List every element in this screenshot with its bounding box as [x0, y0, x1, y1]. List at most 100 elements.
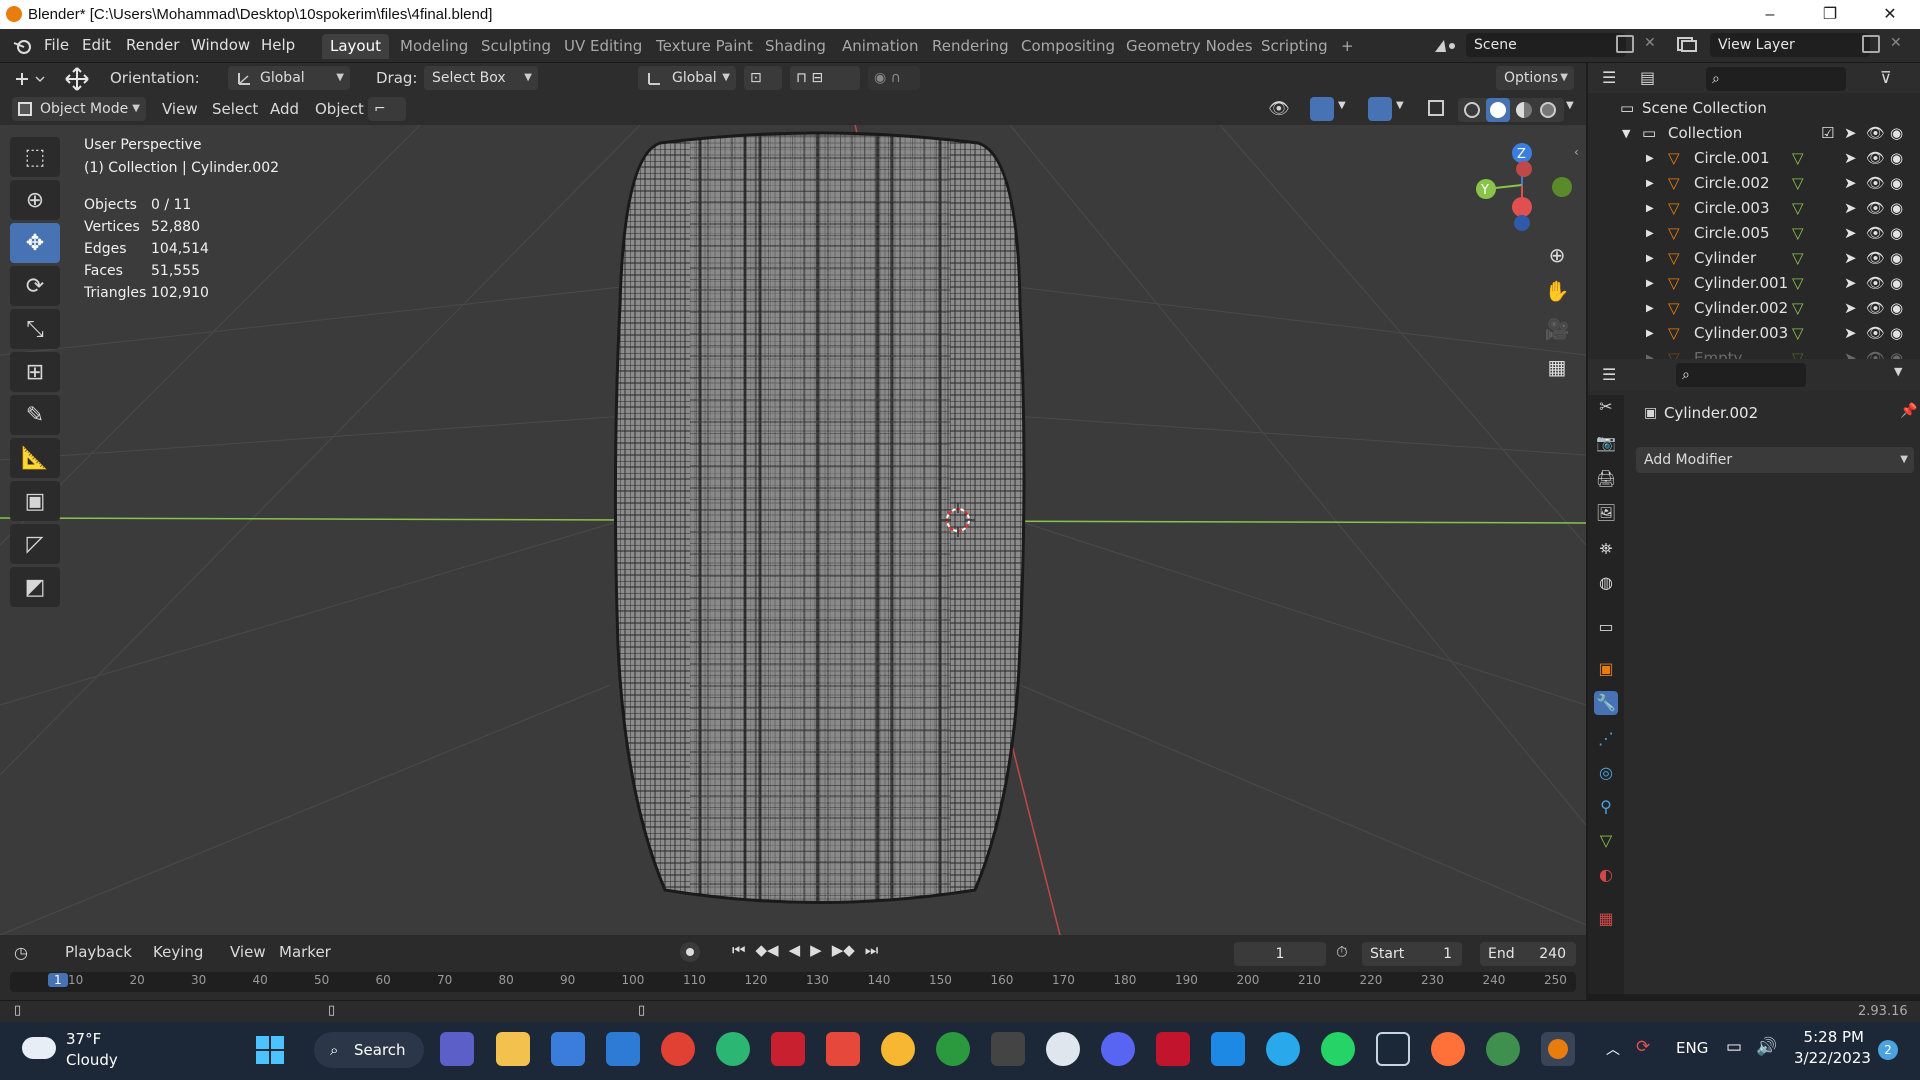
- scene-properties-icon[interactable]: ⛯: [1594, 537, 1618, 561]
- blender-icon[interactable]: [12, 37, 32, 55]
- end-frame-field[interactable]: End 240: [1480, 942, 1576, 966]
- move-tool[interactable]: ✥: [10, 223, 60, 263]
- properties-editor-icon[interactable]: ☰: [1602, 365, 1616, 384]
- item-visibility-icon[interactable]: 👁: [1866, 171, 1885, 196]
- jump-end-icon[interactable]: ⏭: [865, 941, 879, 963]
- outliner-collection[interactable]: ▼ ▭ Collection ☑ ➤ 👁 ◉: [1588, 121, 1920, 146]
- current-frame-field[interactable]: 1: [1234, 942, 1326, 966]
- close-button[interactable]: ✕: [1860, 0, 1920, 29]
- select-box-tool[interactable]: ⬚: [10, 137, 60, 177]
- select-menu[interactable]: Select: [212, 100, 258, 118]
- item-render-icon[interactable]: ◉: [1890, 196, 1903, 221]
- item-visibility-icon[interactable]: 👁: [1866, 196, 1885, 221]
- network-icon[interactable]: ▭: [1726, 1037, 1742, 1057]
- timeline-view-menu[interactable]: View: [230, 943, 266, 961]
- solid-shading-button[interactable]: [1486, 98, 1510, 122]
- item-visibility-icon[interactable]: 👁: [1866, 221, 1885, 246]
- annotate-tool[interactable]: ✎: [10, 395, 60, 435]
- next-keyframe-icon[interactable]: ▶◆: [832, 941, 855, 963]
- world-properties-icon[interactable]: ◍: [1594, 571, 1618, 595]
- pivot-point-dropdown[interactable]: ⊡: [744, 66, 782, 90]
- anydesk-icon[interactable]: [771, 1032, 805, 1066]
- view-layer-icon[interactable]: [1676, 35, 1700, 53]
- tab-layout[interactable]: Layout: [322, 34, 389, 59]
- menu-edit[interactable]: Edit: [82, 36, 111, 54]
- item-render-icon[interactable]: ◉: [1890, 146, 1903, 171]
- item-visibility-icon[interactable]: 👁: [1866, 271, 1885, 296]
- item-visibility-icon[interactable]: 👁: [1866, 296, 1885, 321]
- pan-hand-icon[interactable]: ✋: [1540, 279, 1574, 317]
- clock-date[interactable]: 3/22/2023: [1794, 1049, 1871, 1067]
- material-shading-icon[interactable]: [1516, 102, 1532, 118]
- whatsapp-icon[interactable]: [1321, 1032, 1355, 1066]
- gizmo-dropdown-caret-icon[interactable]: ▼: [1338, 100, 1346, 111]
- expand-item-icon[interactable]: ▶: [1646, 146, 1654, 171]
- cloud-weather-icon[interactable]: [22, 1037, 56, 1059]
- expand-item-icon[interactable]: ▶: [1646, 271, 1654, 296]
- item-select-toggle-icon[interactable]: ➤: [1844, 321, 1857, 346]
- item-select-toggle-icon[interactable]: ➤: [1844, 146, 1857, 171]
- modifier-properties-icon[interactable]: 🔧: [1594, 691, 1618, 715]
- expand-item-icon[interactable]: ▶: [1646, 246, 1654, 271]
- outliner-scene-collection[interactable]: ▭ Scene Collection: [1588, 96, 1920, 121]
- game-launcher-icon[interactable]: [991, 1032, 1025, 1066]
- menu-help[interactable]: Help: [261, 36, 295, 54]
- jump-start-icon[interactable]: ⏮: [732, 941, 746, 963]
- constraints-properties-icon[interactable]: ⚲: [1594, 795, 1618, 819]
- tab-texture-paint[interactable]: Texture Paint: [648, 34, 761, 59]
- physics-properties-icon[interactable]: ◎: [1594, 761, 1618, 785]
- tab-uv-editing[interactable]: UV Editing: [556, 34, 650, 59]
- xbox-icon[interactable]: [936, 1032, 970, 1066]
- tab-geometry-nodes[interactable]: Geometry Nodes: [1118, 34, 1261, 59]
- menu-window[interactable]: Window: [191, 36, 250, 54]
- visibility-icon[interactable]: 👁: [1268, 99, 1290, 119]
- overlay-dropdown-caret-icon[interactable]: ▼: [1396, 100, 1404, 111]
- transform-orientation-dropdown[interactable]: Global ▼: [638, 66, 736, 90]
- collection-properties-icon[interactable]: ▭: [1594, 615, 1618, 639]
- preview-range-icon[interactable]: ⏱: [1336, 943, 1348, 961]
- edge-icon[interactable]: [716, 1032, 750, 1066]
- discord-icon[interactable]: [1101, 1032, 1135, 1066]
- show-hidden-icons-icon[interactable]: ︿: [1606, 1039, 1620, 1059]
- wireframe-shading-icon[interactable]: [1464, 102, 1480, 118]
- visibility-toggle-icon[interactable]: 👁: [1866, 121, 1885, 146]
- gizmo-toggle-icon[interactable]: [1310, 97, 1334, 121]
- weather-desc[interactable]: Cloudy: [66, 1051, 118, 1069]
- tab-scripting[interactable]: Scripting: [1253, 34, 1336, 59]
- editor-type-icon[interactable]: [14, 70, 46, 88]
- outliner-editor-icon[interactable]: ☰: [1602, 68, 1616, 87]
- cursor-tool[interactable]: ⊕: [10, 180, 60, 220]
- timeline-ruler[interactable]: 1 10 20 30 40 50 60 70 80 90 100 110 120 130 140 150 160…: [10, 972, 1576, 992]
- render-properties-icon[interactable]: 📷: [1594, 431, 1618, 455]
- particles-properties-icon[interactable]: ⋰: [1594, 727, 1618, 751]
- outliner-item[interactable]: ▶ ▽ Cylinder.003 ▽ ➤ 👁 ◉: [1588, 321, 1920, 346]
- sync-icon[interactable]: ⟳: [1636, 1037, 1650, 1057]
- item-select-toggle-icon[interactable]: ➤: [1844, 171, 1857, 196]
- overlay-toggle-icon[interactable]: [1368, 97, 1392, 121]
- globe-app-icon[interactable]: [1486, 1032, 1520, 1066]
- rendered-shading-icon[interactable]: [1540, 102, 1556, 118]
- orientation-dropdown[interactable]: Global ▼: [228, 66, 350, 90]
- tab-sculpting[interactable]: Sculpting: [473, 34, 559, 59]
- expand-item-icon[interactable]: ▶: [1646, 171, 1654, 196]
- tool-properties-icon[interactable]: ✂: [1594, 395, 1618, 419]
- measure-tool[interactable]: 📐: [10, 438, 60, 478]
- texture-properties-icon[interactable]: ▦: [1594, 907, 1618, 931]
- item-select-toggle-icon[interactable]: ➤: [1844, 271, 1857, 296]
- scene-icon[interactable]: [1432, 37, 1462, 55]
- outliner-item[interactable]: ▶ ▽ Cylinder ▽ ➤ 👁 ◉: [1588, 246, 1920, 271]
- outliner-item[interactable]: ▶ ▽ Cylinder.002 ▽ ➤ 👁 ◉: [1588, 296, 1920, 321]
- scene-field[interactable]: Scene: [1466, 33, 1626, 57]
- outliner-search-input[interactable]: ⌕: [1706, 67, 1846, 91]
- play-icon[interactable]: ▶: [810, 941, 822, 963]
- spiral-app-icon[interactable]: [1046, 1032, 1080, 1066]
- pin-icon[interactable]: 📌: [1900, 403, 1917, 419]
- maximize-button[interactable]: ❐: [1800, 0, 1860, 29]
- timeline-editor-icon[interactable]: ◷: [14, 943, 28, 962]
- extra-tool[interactable]: ◩: [10, 567, 60, 607]
- item-render-icon[interactable]: ◉: [1890, 271, 1903, 296]
- render-toggle-icon[interactable]: ◉: [1890, 121, 1903, 146]
- tab-rendering[interactable]: Rendering: [924, 34, 1017, 59]
- file-explorer-icon[interactable]: [496, 1032, 530, 1066]
- shading-dropdown-caret-icon[interactable]: ▼: [1566, 100, 1574, 111]
